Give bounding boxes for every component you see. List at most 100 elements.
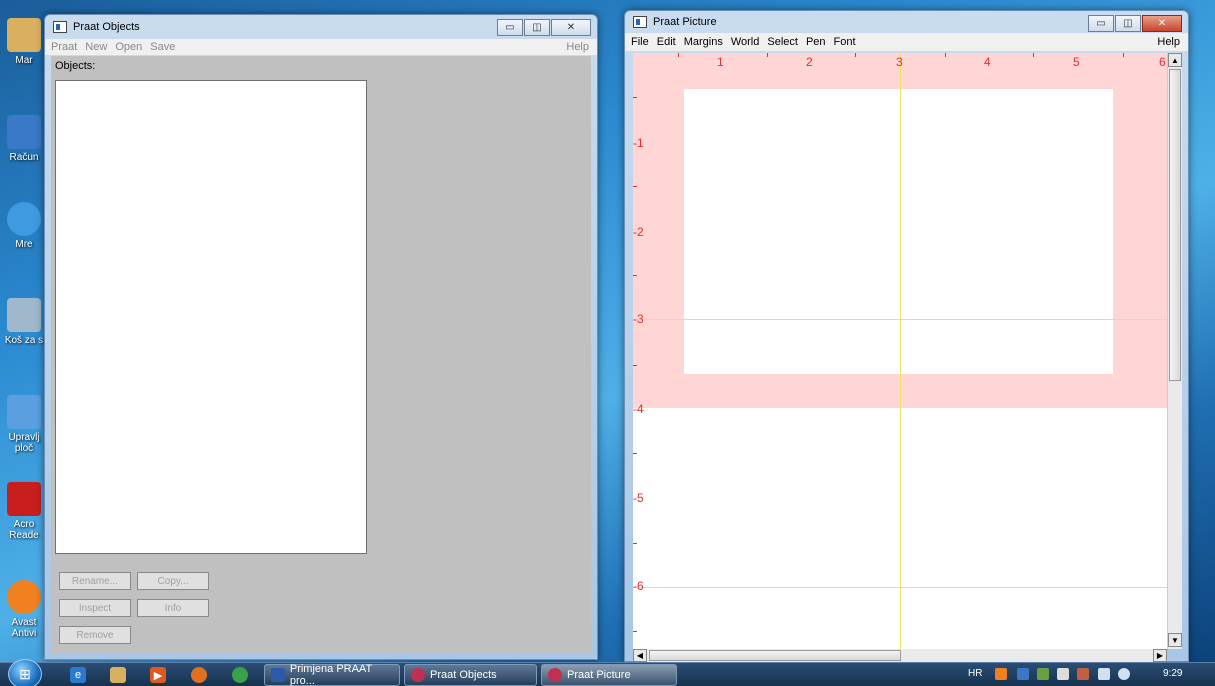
task-label: Primjena PRAAT pro...: [289, 663, 372, 686]
scroll-right-arrow-icon[interactable]: ▶: [1153, 649, 1167, 662]
close-button[interactable]: ✕: [1142, 15, 1182, 32]
desktop-icon-network[interactable]: Mre: [0, 202, 48, 250]
guide-line-vertical: [900, 53, 901, 649]
guide-line-horizontal: [633, 587, 1167, 588]
remove-button[interactable]: Remove: [59, 626, 131, 644]
ruler-x-label: 4: [984, 55, 991, 69]
menu-edit[interactable]: Edit: [657, 36, 676, 48]
volume-icon[interactable]: [1118, 668, 1130, 680]
maximize-button[interactable]: ◫: [524, 19, 550, 36]
picture-canvas[interactable]: 1 2 3 4 5 6 -1 -2 -3 -4 -5 -6: [633, 53, 1167, 649]
menu-font[interactable]: Font: [834, 36, 856, 48]
control-panel-icon: [7, 395, 41, 429]
avast-tray-icon[interactable]: [995, 668, 1007, 680]
praat-window-icon: [53, 21, 67, 33]
menu-save[interactable]: Save: [150, 41, 175, 53]
minimize-button[interactable]: ▭: [497, 19, 523, 36]
copy-button[interactable]: Copy...: [137, 572, 209, 590]
language-indicator[interactable]: HR: [968, 668, 982, 679]
ruler-y-label: -5: [633, 491, 644, 505]
tray-app-icon[interactable]: [1077, 668, 1089, 680]
word-document-icon: [271, 668, 285, 682]
ruler-x-label: 5: [1073, 55, 1080, 69]
praat-icon: [411, 668, 425, 682]
info-button[interactable]: Info: [137, 599, 209, 617]
scroll-left-arrow-icon[interactable]: ◀: [633, 649, 647, 662]
desktop-icon-computer[interactable]: Račun: [0, 115, 48, 163]
objects-menubar: Praat New Open Save Help: [45, 39, 597, 55]
network-icon: [7, 202, 41, 236]
menu-select[interactable]: Select: [767, 36, 798, 48]
ruler-y-label: -3: [633, 312, 644, 326]
task-praat-picture[interactable]: Praat Picture: [541, 664, 677, 686]
desktop-icon-control-panel[interactable]: Upravlj ploč: [0, 395, 48, 454]
close-button[interactable]: ✕: [551, 19, 591, 36]
praat-objects-window: Praat Objects ▭ ◫ ✕ Praat New Open Save …: [44, 14, 598, 660]
media-player-icon[interactable]: ▶: [150, 667, 166, 683]
desktop-icon-label: Mar: [15, 55, 33, 66]
desktop-icon-label: Račun: [9, 152, 39, 163]
internet-explorer-icon[interactable]: e: [70, 667, 86, 683]
ruler-y-label: -2: [633, 225, 644, 239]
rename-button[interactable]: Rename...: [59, 572, 131, 590]
menu-pen[interactable]: Pen: [806, 36, 826, 48]
desktop-icon-folder[interactable]: Mar: [0, 18, 48, 66]
vertical-scroll-thumb[interactable]: [1169, 69, 1181, 381]
menu-help[interactable]: Help: [1157, 36, 1188, 48]
recycle-bin-icon: [7, 298, 41, 332]
desktop-icon-acrobat[interactable]: Acro Reade: [0, 482, 48, 541]
ruler-x-label: 1: [717, 55, 724, 69]
chrome-icon[interactable]: [232, 667, 248, 683]
avast-icon: [7, 580, 41, 614]
desktop-icon-label: Koš za s: [4, 335, 44, 346]
menu-file[interactable]: File: [631, 36, 649, 48]
picture-window-title: Praat Picture: [653, 16, 717, 28]
maximize-button[interactable]: ◫: [1115, 15, 1141, 32]
task-praat-objects[interactable]: Praat Objects: [404, 664, 537, 686]
task-label: Praat Picture: [567, 669, 631, 681]
scroll-down-arrow-icon[interactable]: ▼: [1168, 633, 1182, 647]
menu-margins[interactable]: Margins: [684, 36, 723, 48]
horizontal-scroll-thumb[interactable]: [649, 650, 901, 661]
objects-caption: Objects:: [55, 60, 96, 72]
praat-icon: [548, 668, 562, 682]
desktop-icon-recycle-bin[interactable]: Koš za s: [0, 298, 48, 346]
firefox-icon[interactable]: [191, 667, 207, 683]
ruler-y-label: -4: [633, 402, 644, 416]
scroll-up-arrow-icon[interactable]: ▲: [1168, 53, 1182, 67]
computer-icon: [7, 115, 41, 149]
desktop-icon-label: Mre: [15, 239, 33, 250]
objects-panel: Objects: Rename... Copy... Inspect Info …: [51, 56, 591, 653]
picture-caption-buttons: ▭ ◫ ✕: [1088, 15, 1182, 32]
guide-line-horizontal: [633, 319, 1167, 320]
praat-window-icon: [633, 16, 647, 28]
desktop-icon-avast[interactable]: Avast Antivi: [0, 580, 48, 639]
menu-open[interactable]: Open: [115, 41, 142, 53]
folder-icon: [7, 18, 41, 52]
ruler-y-label: -1: [633, 136, 644, 150]
praat-picture-window: Praat Picture ▭ ◫ ✕ File Edit Margins Wo…: [624, 10, 1189, 662]
task-label: Praat Objects: [430, 669, 497, 681]
ruler-y-label: -6: [633, 579, 644, 593]
signal-strength-icon[interactable]: [1098, 668, 1110, 680]
objects-titlebar[interactable]: Praat Objects ▭ ◫ ✕: [45, 15, 597, 39]
menu-world[interactable]: World: [731, 36, 760, 48]
clock[interactable]: 9:29: [1163, 668, 1182, 679]
vertical-scrollbar[interactable]: ▲ ▼: [1167, 53, 1182, 649]
desktop-icon-label: Acro Reade: [9, 519, 39, 541]
menu-praat[interactable]: Praat: [51, 41, 77, 53]
menu-help[interactable]: Help: [566, 41, 597, 53]
start-button[interactable]: ⊞: [8, 659, 42, 686]
horizontal-scrollbar[interactable]: ◀ ▶: [633, 649, 1167, 662]
menu-new[interactable]: New: [85, 41, 107, 53]
inspect-button[interactable]: Inspect: [59, 599, 131, 617]
action-center-flag-icon[interactable]: [1057, 668, 1069, 680]
picture-titlebar[interactable]: Praat Picture ▭ ◫ ✕: [625, 11, 1188, 33]
file-explorer-icon[interactable]: [110, 667, 126, 683]
update-tray-icon[interactable]: [1037, 668, 1049, 680]
objects-list[interactable]: [55, 80, 367, 554]
minimize-button[interactable]: ▭: [1088, 15, 1114, 32]
task-primjena-praat[interactable]: Primjena PRAAT pro...: [264, 663, 400, 686]
network-tray-icon[interactable]: [1017, 668, 1029, 680]
desktop-icon-label: Upravlj ploč: [8, 432, 40, 454]
